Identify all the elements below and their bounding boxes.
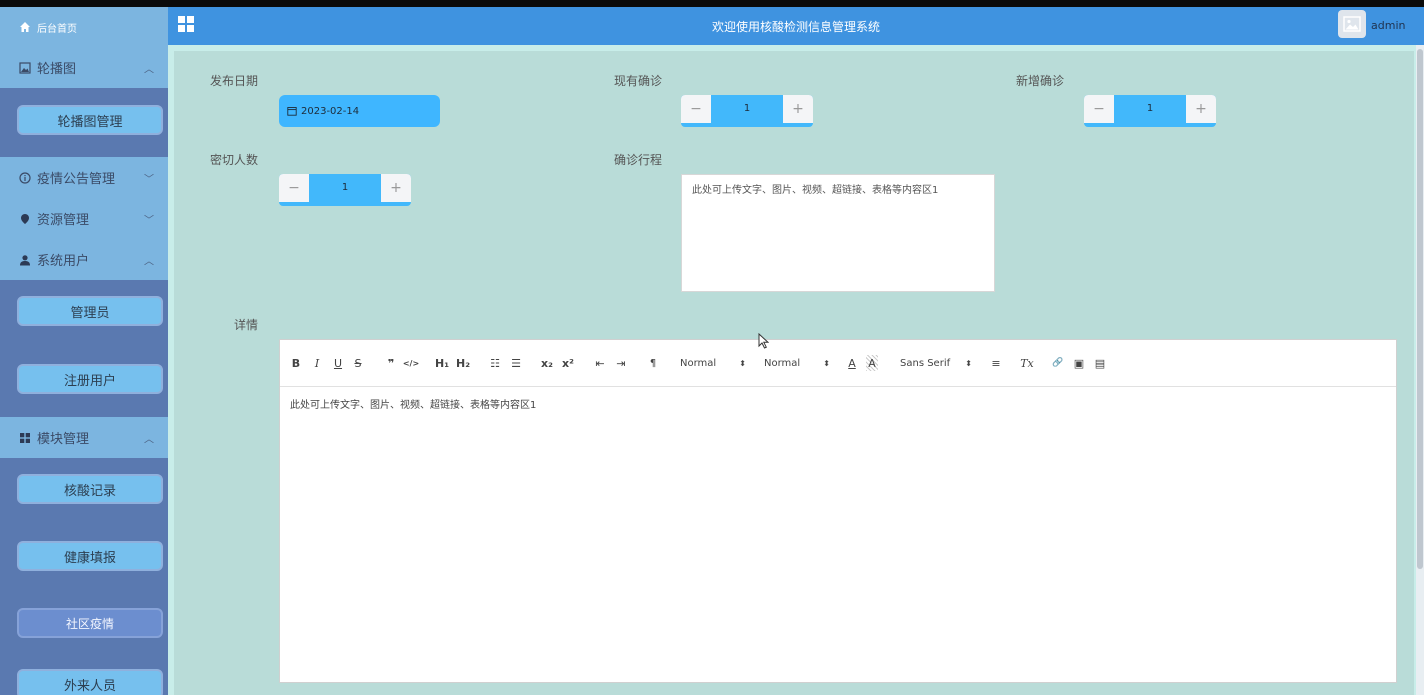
- rich-text-editor: B I U S ❞ </> H₁ H₂ ☷ ☰ x₂ x² ⇤ ⇥ ¶ Norm…: [279, 339, 1397, 683]
- username[interactable]: admin: [1371, 19, 1405, 32]
- sidebar-home[interactable]: 后台首页: [0, 7, 168, 47]
- publish-date-value: 2023-02-14: [301, 105, 360, 117]
- sidebar-sub-health-report[interactable]: 健康填报: [17, 541, 163, 571]
- sidebar-sub-outsiders[interactable]: 外来人员: [17, 669, 163, 695]
- align-button[interactable]: ≡: [989, 355, 1003, 371]
- image-button[interactable]: ▣: [1072, 355, 1086, 371]
- text-direction-button[interactable]: ¶: [646, 355, 660, 371]
- link-button[interactable]: 🔗: [1051, 355, 1065, 371]
- header-2-button[interactable]: H₂: [455, 355, 471, 371]
- main-content: 发布日期 2023-02-14 现有确诊 − 1 + 新增确诊 − 1 + 密切…: [168, 45, 1424, 695]
- font-picker[interactable]: Sans Serif ⬍: [900, 355, 972, 371]
- home-icon: [18, 20, 32, 34]
- plus-button[interactable]: +: [381, 174, 411, 202]
- info-icon: [18, 171, 32, 185]
- header-picker-label: Normal: [764, 357, 801, 369]
- calendar-icon: [287, 106, 297, 116]
- location-icon: [18, 212, 32, 226]
- sidebar-sub-carousel-manage[interactable]: 轮播图管理: [17, 105, 163, 135]
- underline-button[interactable]: U: [332, 355, 344, 371]
- close-contacts-label: 密切人数: [210, 153, 259, 167]
- grid-icon: [18, 431, 32, 445]
- minus-button[interactable]: −: [279, 174, 309, 202]
- close-contacts-value[interactable]: 1: [309, 182, 381, 193]
- ordered-list-button[interactable]: ☷: [488, 355, 502, 371]
- image-icon: [1343, 16, 1361, 32]
- sidebar-item-carousel[interactable]: 轮播图 ︿: [0, 47, 168, 88]
- strike-button[interactable]: S: [352, 355, 364, 371]
- subscript-button[interactable]: x₂: [540, 355, 554, 371]
- indent-button[interactable]: ⇥: [614, 355, 628, 371]
- sidebar: 后台首页 轮播图 ︿ 轮播图管理 疫情公告管理 ﹀ 资源管理 ﹀ 系统用户 ︿ …: [0, 7, 168, 695]
- chevron-up-icon: ︿: [144, 434, 154, 445]
- updown-icon: ⬍: [823, 358, 830, 368]
- new-confirmed-value[interactable]: 1: [1114, 103, 1186, 114]
- mouse-cursor-icon: [758, 332, 770, 352]
- page-scrollbar[interactable]: [1416, 45, 1424, 695]
- header-picker[interactable]: Normal ⬍: [764, 355, 830, 371]
- background-color-button[interactable]: A: [866, 355, 878, 371]
- sidebar-item-notice[interactable]: 疫情公告管理 ﹀: [0, 157, 168, 198]
- code-block-button[interactable]: </>: [403, 355, 419, 371]
- new-confirmed-label: 新增确诊: [1016, 74, 1065, 88]
- editor-content[interactable]: 此处可上传文字、图片、视频、超链接、表格等内容区1: [290, 396, 536, 411]
- size-picker[interactable]: Normal ⬍: [680, 355, 746, 371]
- clean-format-button[interactable]: Tx: [1020, 355, 1034, 371]
- sidebar-sub-community-epidemic[interactable]: 社区疫情: [17, 608, 163, 638]
- page-title: 欢迎使用核酸检测信息管理系统: [711, 20, 880, 34]
- current-confirmed-stepper: − 1 +: [681, 95, 813, 127]
- trajectory-label: 确诊行程: [614, 153, 663, 167]
- font-color-button[interactable]: A: [846, 355, 858, 371]
- superscript-button[interactable]: x²: [561, 355, 575, 371]
- italic-button[interactable]: I: [311, 355, 323, 371]
- bold-button[interactable]: B: [290, 355, 302, 371]
- video-button[interactable]: ▤: [1093, 355, 1107, 371]
- editor-toolbar: B I U S ❞ </> H₁ H₂ ☷ ☰ x₂ x² ⇤ ⇥ ¶ Norm…: [280, 340, 1396, 387]
- chevron-up-icon: ︿: [144, 64, 154, 75]
- updown-icon: ⬍: [739, 358, 746, 368]
- header-1-button[interactable]: H₁: [434, 355, 450, 371]
- scrollbar-thumb[interactable]: [1417, 49, 1423, 569]
- current-confirmed-value[interactable]: 1: [711, 103, 783, 114]
- trajectory-field[interactable]: 此处可上传文字、图片、视频、超链接、表格等内容区1: [681, 174, 995, 292]
- sidebar-item-users[interactable]: 系统用户 ︿: [0, 239, 168, 280]
- outdent-button[interactable]: ⇤: [593, 355, 607, 371]
- details-label: 详情: [234, 318, 259, 332]
- sidebar-item-label: 轮播图: [37, 62, 77, 77]
- blockquote-button[interactable]: ❞: [384, 355, 398, 371]
- bullet-list-button[interactable]: ☰: [509, 355, 523, 371]
- chevron-up-icon: ︿: [144, 256, 154, 267]
- close-contacts-stepper: − 1 +: [279, 174, 411, 206]
- updown-icon: ⬍: [965, 358, 972, 368]
- image-icon: [18, 61, 32, 75]
- sidebar-sub-registered-users[interactable]: 注册用户: [17, 364, 163, 394]
- font-picker-label: Sans Serif: [900, 357, 951, 369]
- form-panel: 发布日期 2023-02-14 现有确诊 − 1 + 新增确诊 − 1 + 密切…: [174, 51, 1414, 695]
- sidebar-item-label: 资源管理: [37, 213, 90, 228]
- new-confirmed-stepper: − 1 +: [1084, 95, 1216, 127]
- size-picker-label: Normal: [680, 357, 717, 369]
- sidebar-item-resource[interactable]: 资源管理 ﹀: [0, 198, 168, 239]
- plus-button[interactable]: +: [783, 95, 813, 123]
- current-confirmed-label: 现有确诊: [614, 74, 663, 88]
- plus-button[interactable]: +: [1186, 95, 1216, 123]
- sidebar-item-label: 系统用户: [37, 254, 90, 269]
- watermark: CSDN @VX_BYDZ1988: [1142, 655, 1391, 680]
- sidebar-item-label: 疫情公告管理: [37, 172, 116, 187]
- sidebar-sub-nucleic-records[interactable]: 核酸记录: [17, 474, 163, 504]
- user-icon: [18, 253, 32, 267]
- sidebar-sub-admin[interactable]: 管理员: [17, 296, 163, 326]
- sidebar-item-label: 模块管理: [37, 432, 90, 447]
- sidebar-home-label: 后台首页: [37, 23, 77, 35]
- sidebar-item-modules[interactable]: 模块管理 ︿: [0, 417, 168, 458]
- topbar: 欢迎使用核酸检测信息管理系统 admin: [168, 7, 1424, 45]
- minus-button[interactable]: −: [1084, 95, 1114, 123]
- publish-date-label: 发布日期: [210, 74, 259, 88]
- chevron-down-icon: ﹀: [144, 215, 154, 226]
- publish-date-picker[interactable]: 2023-02-14: [279, 95, 440, 127]
- chevron-down-icon: ﹀: [144, 174, 154, 185]
- avatar[interactable]: [1338, 10, 1366, 38]
- minus-button[interactable]: −: [681, 95, 711, 123]
